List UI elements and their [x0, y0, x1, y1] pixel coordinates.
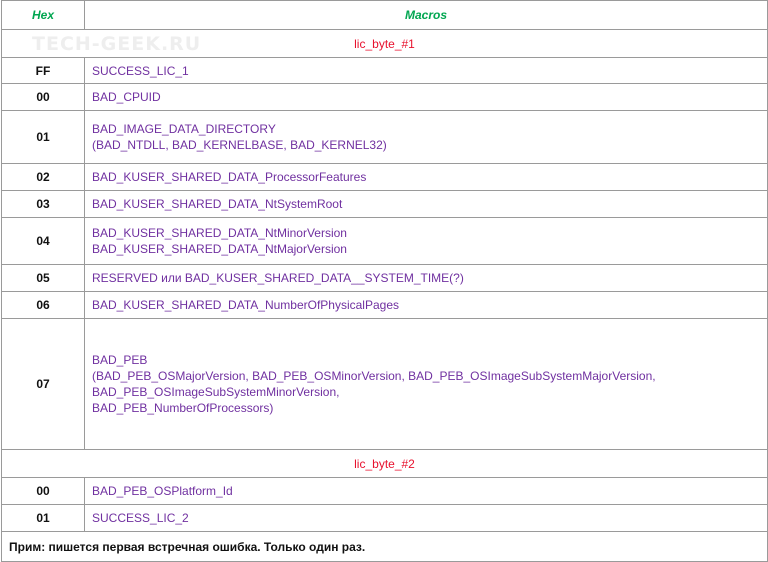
macro-line: RESERVED или BAD_KUSER_SHARED_DATA__SYST… — [92, 271, 464, 285]
macro-line: BAD_KUSER_SHARED_DATA_NtSystemRoot — [92, 197, 343, 211]
macro-cell: RESERVED или BAD_KUSER_SHARED_DATA__SYST… — [84, 264, 768, 292]
macro-line: BAD_KUSER_SHARED_DATA_NtMajorVersion — [92, 242, 347, 256]
table-row: 00 BAD_CPUID — [1, 83, 768, 111]
hex-cell: 01 — [1, 110, 85, 164]
macro-cell: BAD_PEB_OSPlatform_Id — [84, 477, 768, 505]
hex-cell: 01 — [1, 504, 85, 532]
macro-cell: SUCCESS_LIC_1 — [84, 57, 768, 84]
table-row: 01 SUCCESS_LIC_2 — [1, 504, 768, 532]
macro-line: (BAD_PEB_OSMajorVersion, BAD_PEB_OSMinor… — [92, 369, 656, 383]
macro-line: BAD_PEB — [92, 353, 148, 367]
macro-line: BAD_KUSER_SHARED_DATA_NumberOfPhysicalPa… — [92, 298, 400, 312]
macro-line: SUCCESS_LIC_1 — [92, 63, 189, 78]
table-row: 03 BAD_KUSER_SHARED_DATA_NtSystemRoot — [1, 190, 768, 218]
section-title: lic_byte_#2 — [1, 449, 768, 478]
hex-cell: 07 — [1, 318, 85, 450]
hex-cell: 00 — [1, 83, 85, 111]
note-text: Прим: пишется первая встречная ошибка. Т… — [1, 531, 768, 562]
macro-cell: BAD_KUSER_SHARED_DATA_NumberOfPhysicalPa… — [84, 291, 768, 319]
header-hex: Hex — [1, 0, 85, 30]
table-row: 02 BAD_KUSER_SHARED_DATA_ProcessorFeature… — [1, 163, 768, 191]
macro-line: BAD_CPUID — [92, 90, 161, 104]
document: TECH-GEEK.RU Hex Macros lic_byte_#1 FF SUC… — [0, 0, 768, 562]
hex-cell: 04 — [1, 217, 85, 265]
macro-line: BAD_KUSER_SHARED_DATA_ProcessorFeatures — [92, 170, 367, 184]
table-row: FF SUCCESS_LIC_1 — [1, 57, 768, 84]
hex-cell: 00 — [1, 477, 85, 505]
header-row: Hex Macros — [1, 0, 768, 30]
macro-cell: BAD_KUSER_SHARED_DATA_ProcessorFeatures — [84, 163, 768, 191]
table-row: 07 BAD_PEB (BAD_PEB_OSMajorVersion, BAD_PE… — [1, 318, 768, 450]
table-row: 01 BAD_IMAGE_DATA_DIRECTORY (BAD_NTDLL, BA… — [1, 110, 768, 164]
macro-line: BAD_PEB_OSImageSubSystemMinorVersion, — [92, 385, 340, 399]
macro-cell: BAD_IMAGE_DATA_DIRECTORY (BAD_NTDLL, BAD_… — [84, 110, 768, 164]
note-row: Прим: пишется первая встречная ошибка. Т… — [1, 531, 768, 562]
macro-cell: BAD_CPUID — [84, 83, 768, 111]
section-row: lic_byte_#2 — [1, 449, 768, 478]
macro-line: BAD_PEB_OSPlatform_Id — [92, 484, 233, 498]
header-macros: Macros — [84, 0, 768, 30]
macro-line: BAD_IMAGE_DATA_DIRECTORY — [92, 122, 276, 136]
macro-cell: BAD_PEB (BAD_PEB_OSMajorVersion, BAD_PEB_… — [84, 318, 768, 450]
macro-line: BAD_PEB_NumberOfProcessors) — [92, 401, 274, 415]
macro-line: BAD_KUSER_SHARED_DATA_NtMinorVersion — [92, 226, 347, 240]
section-title: lic_byte_#1 — [1, 29, 768, 58]
hex-cell: 05 — [1, 264, 85, 292]
section-row: lic_byte_#1 — [1, 29, 768, 58]
hex-cell: 03 — [1, 190, 85, 218]
hex-cell: FF — [1, 57, 85, 84]
table-row: 04 BAD_KUSER_SHARED_DATA_NtMinorVersion BA… — [1, 217, 768, 265]
macro-line: (BAD_NTDLL, BAD_KERNELBASE, BAD_KERNEL32… — [92, 138, 387, 152]
table-row: 06 BAD_KUSER_SHARED_DATA_NumberOfPhysical… — [1, 291, 768, 319]
macro-cell: BAD_KUSER_SHARED_DATA_NtSystemRoot — [84, 190, 768, 218]
macro-cell: SUCCESS_LIC_2 — [84, 504, 768, 532]
table-row: 05 RESERVED или BAD_KUSER_SHARED_DATA__SY… — [1, 264, 768, 292]
macro-line: SUCCESS_LIC_2 — [92, 511, 189, 525]
hex-cell: 02 — [1, 163, 85, 191]
hex-cell: 06 — [1, 291, 85, 319]
table-row: 00 BAD_PEB_OSPlatform_Id — [1, 477, 768, 505]
macros-table: Hex Macros lic_byte_#1 FF SUCCESS_LIC_1 00 B… — [1, 0, 768, 562]
macro-cell: BAD_KUSER_SHARED_DATA_NtMinorVersion BAD_… — [84, 217, 768, 265]
